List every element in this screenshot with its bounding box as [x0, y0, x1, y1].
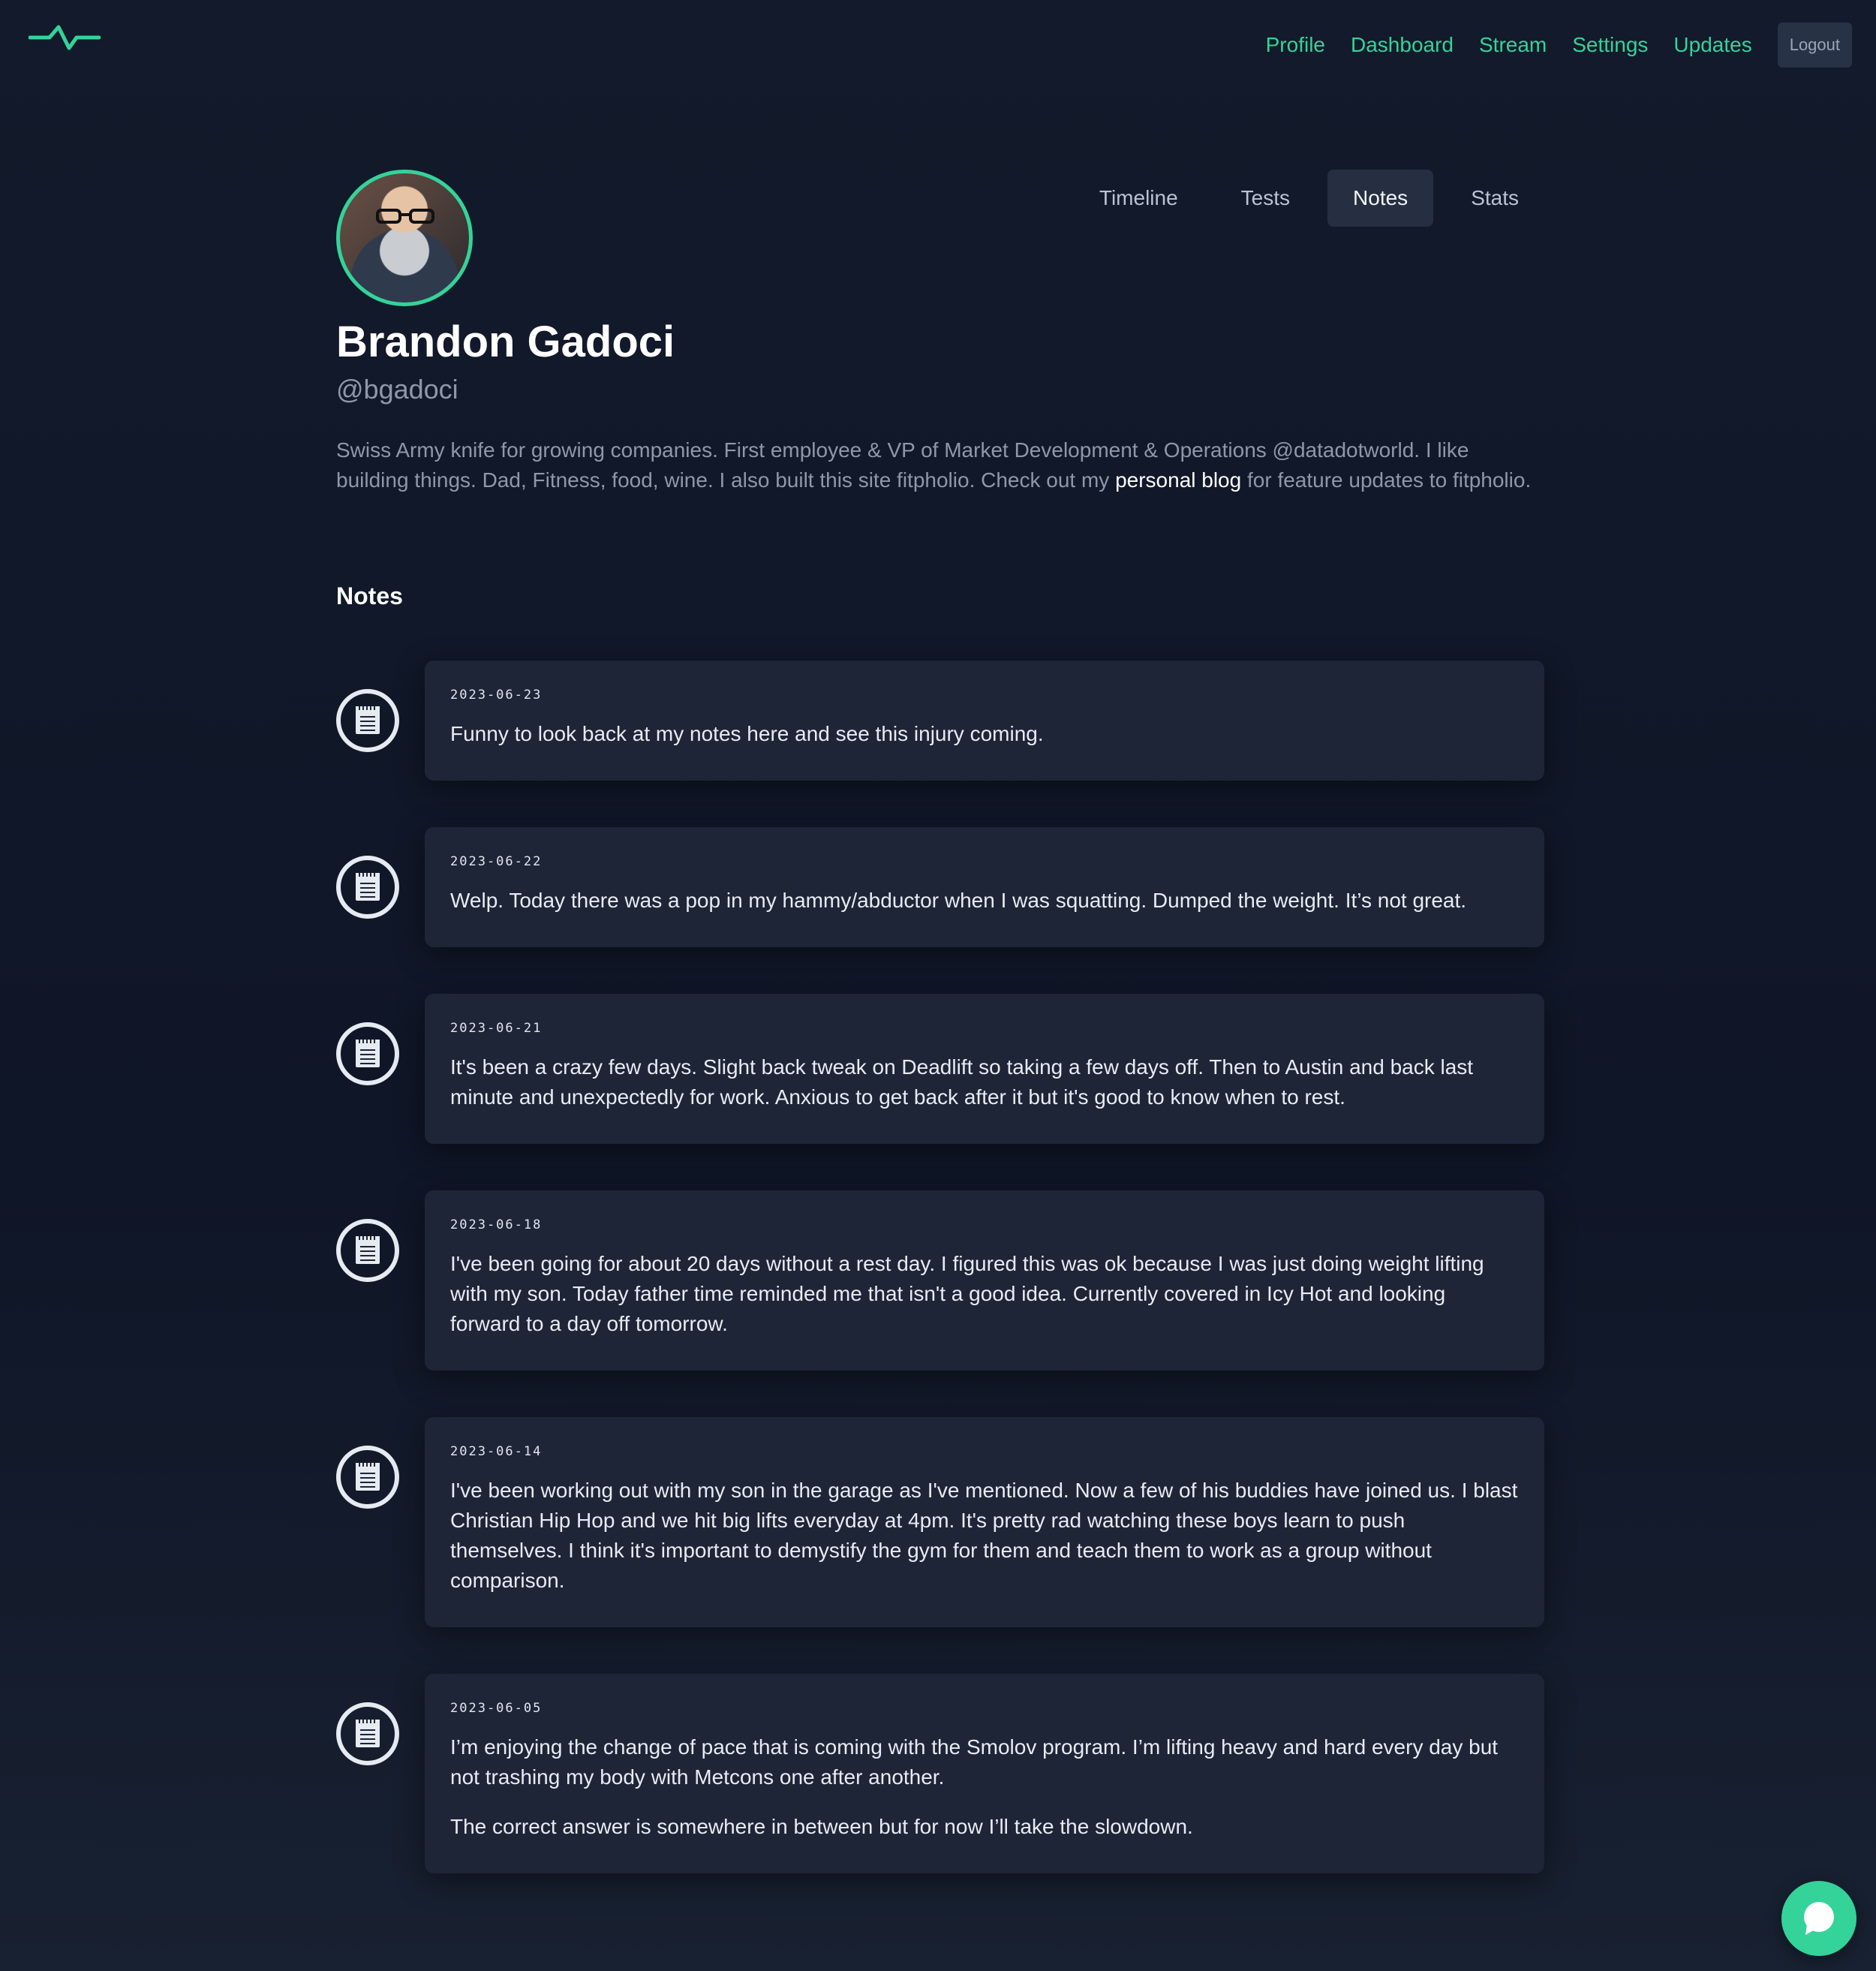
tab-tests[interactable]: Tests	[1216, 170, 1315, 227]
notes-list: 2023-06-23 Funny to look back at my note…	[336, 661, 1544, 1920]
note-item: 2023-06-18 I've been going for about 20 …	[336, 1190, 1544, 1371]
notepad-icon	[336, 1702, 399, 1765]
note-date: 2023-06-18	[450, 1217, 543, 1232]
nav-links: Profile Dashboard Stream Settings Update…	[1266, 0, 1876, 90]
note-text: The correct answer is somewhere in betwe…	[450, 1815, 1193, 1838]
note-card: 2023-06-21 It's been a crazy few days. S…	[425, 994, 1544, 1144]
top-nav: Profile Dashboard Stream Settings Update…	[0, 0, 1876, 90]
note-text: It's been a crazy few days. Slight back …	[450, 1055, 1474, 1109]
notepad-icon	[336, 689, 399, 752]
note-date: 2023-06-23	[450, 688, 543, 703]
logout-button[interactable]: Logout	[1777, 23, 1852, 68]
nav-link-updates[interactable]: Updates	[1673, 33, 1751, 57]
notepad-icon	[336, 1022, 399, 1085]
note-item: 2023-06-22 Welp. Today there was a pop i…	[336, 827, 1544, 947]
pulse-icon[interactable]	[29, 23, 101, 53]
note-item: 2023-06-14 I've been working out with my…	[336, 1417, 1544, 1627]
note-card: 2023-06-23 Funny to look back at my note…	[425, 661, 1544, 781]
note-date: 2023-06-05	[450, 1701, 543, 1716]
bio-text-end: for feature updates to fitpholio.	[1241, 468, 1532, 492]
glasses-icon	[376, 209, 434, 224]
avatar	[336, 170, 473, 306]
profile-tabs: Timeline Tests Notes Stats	[1062, 170, 1544, 227]
personal-blog-link[interactable]: personal blog	[1115, 468, 1241, 492]
note-text: I've been working out with my son in the…	[450, 1479, 1518, 1592]
note-card: 2023-06-05 I’m enjoying the change of pa…	[425, 1674, 1544, 1873]
nav-link-profile[interactable]: Profile	[1266, 33, 1325, 57]
note-card: 2023-06-14 I've been working out with my…	[425, 1417, 1544, 1627]
nav-link-dashboard[interactable]: Dashboard	[1351, 33, 1454, 57]
tab-stats[interactable]: Stats	[1445, 170, 1544, 227]
note-date: 2023-06-22	[450, 854, 543, 869]
user-handle: @bgadoci	[336, 374, 458, 405]
chat-bubble-icon	[1804, 1902, 1834, 1935]
chat-launcher-button[interactable]	[1781, 1881, 1856, 1956]
note-item: 2023-06-21 It's been a crazy few days. S…	[336, 994, 1544, 1144]
note-date: 2023-06-14	[450, 1444, 543, 1459]
notepad-icon	[336, 1219, 399, 1282]
nav-link-settings[interactable]: Settings	[1572, 33, 1648, 57]
note-item: 2023-06-05 I’m enjoying the change of pa…	[336, 1674, 1544, 1873]
note-text: Welp. Today there was a pop in my hammy/…	[450, 889, 1467, 912]
note-text: Funny to look back at my notes here and …	[450, 722, 1044, 745]
notepad-icon	[336, 1446, 399, 1509]
note-card: 2023-06-22 Welp. Today there was a pop i…	[425, 827, 1544, 947]
user-name: Brandon Gadoci	[336, 317, 675, 366]
tab-notes[interactable]: Notes	[1327, 170, 1434, 227]
note-card: 2023-06-18 I've been going for about 20 …	[425, 1190, 1544, 1371]
nav-link-stream[interactable]: Stream	[1479, 33, 1547, 57]
note-date: 2023-06-21	[450, 1021, 543, 1036]
notes-section-title: Notes	[336, 582, 403, 609]
note-text: I've been going for about 20 days withou…	[450, 1252, 1484, 1335]
note-text: I’m enjoying the change of pace that is …	[450, 1735, 1499, 1789]
notepad-icon	[336, 856, 399, 919]
note-item: 2023-06-23 Funny to look back at my note…	[336, 661, 1544, 781]
tab-timeline[interactable]: Timeline	[1074, 170, 1204, 227]
user-bio: Swiss Army knife for growing companies. …	[336, 435, 1544, 495]
